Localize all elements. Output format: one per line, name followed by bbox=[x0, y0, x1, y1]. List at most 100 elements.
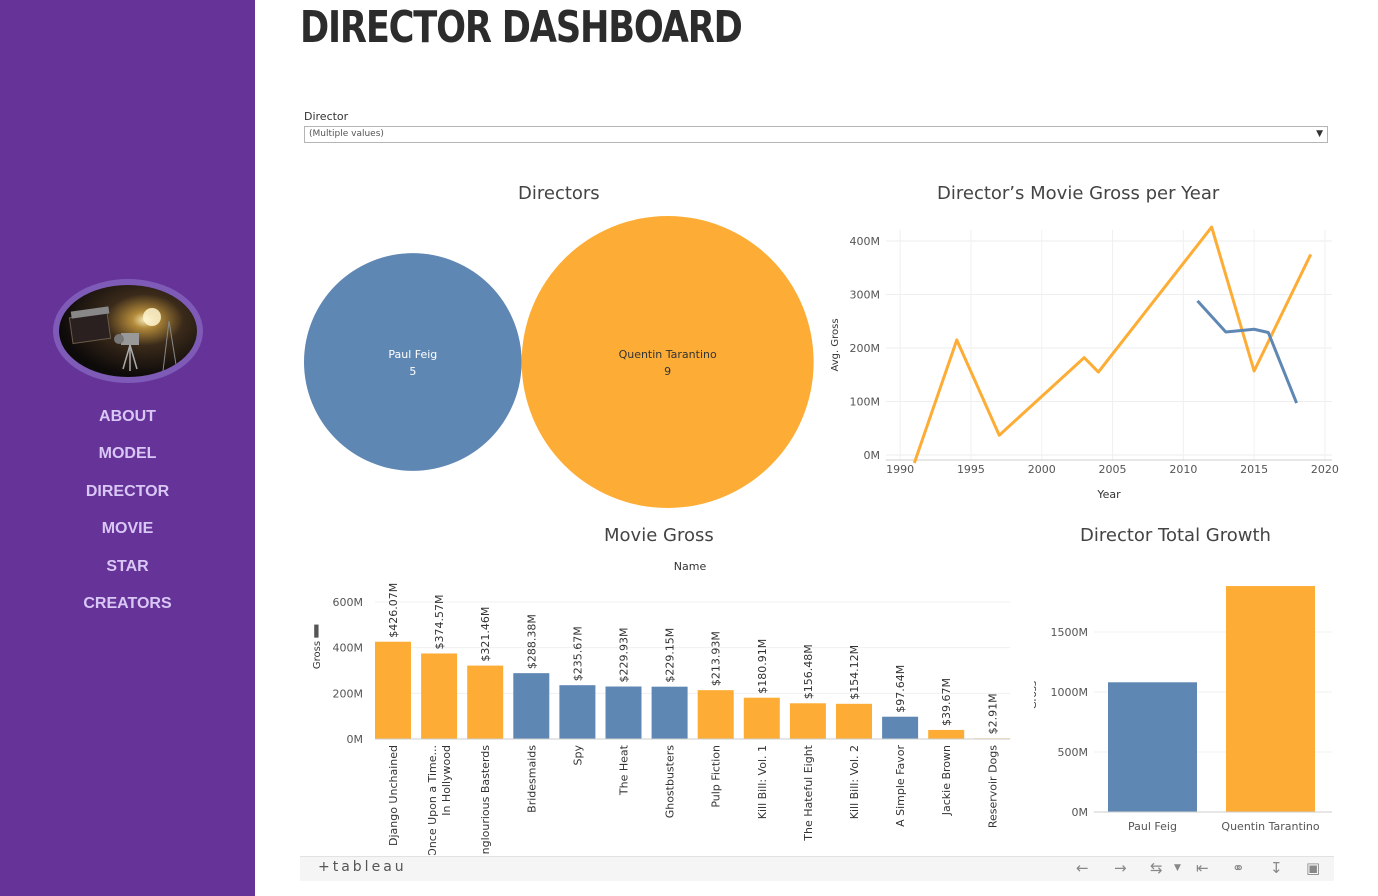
bar-label-8: $180.91M bbox=[756, 639, 769, 694]
fullscreen-icon[interactable]: ▣ bbox=[1306, 859, 1320, 877]
bar-category-9: The Hateful Eight bbox=[802, 744, 815, 841]
movie-camera-icon bbox=[68, 306, 178, 372]
revert-icon[interactable]: ⇆ bbox=[1150, 859, 1163, 877]
bar-ytick-1: 200M bbox=[333, 687, 364, 700]
line-xlabel: Year bbox=[1096, 488, 1121, 501]
director-total-chart-title: Director Total Growth bbox=[1080, 525, 1271, 546]
nav-about[interactable]: ABOUT bbox=[0, 408, 255, 426]
bar-label-9: $156.48M bbox=[802, 644, 815, 699]
bar-category-4: Spy bbox=[571, 745, 584, 766]
bar-1 bbox=[421, 653, 458, 739]
line-ytick-4: 400M bbox=[850, 235, 881, 248]
bubble-1 bbox=[521, 216, 814, 508]
bar-7 bbox=[697, 690, 734, 739]
bar-category-5: The Heat bbox=[618, 744, 631, 796]
total-bar-0 bbox=[1108, 682, 1197, 812]
gross-per-year-line-chart: 0M 100M 200M 300M 400M 1990 1995 2000 2005 2010 20… bbox=[830, 225, 1339, 501]
line-ytick-2: 200M bbox=[850, 342, 881, 355]
bar-4 bbox=[559, 685, 596, 739]
bar-12 bbox=[928, 729, 965, 739]
bar-label-5: $229.93M bbox=[618, 628, 631, 683]
nav-model[interactable]: MODEL bbox=[0, 445, 255, 463]
directors-bubble-chart: Paul Feig 5 Quentin Tarantino 9 bbox=[304, 216, 814, 508]
download-icon[interactable]: ↧ bbox=[1270, 859, 1283, 877]
total-ytick-3: 1500M bbox=[1051, 626, 1089, 639]
line-xtick-2: 2000 bbox=[1028, 463, 1056, 476]
bar-10 bbox=[836, 703, 872, 739]
tableau-toolbar: +tableau ← → ⇆ ▼ ⇤ ⚭ ↧ ▣ bbox=[300, 856, 1334, 881]
director-total-bar-chart: Director0M500M1000M1500MGrossPaul FeigQu… bbox=[1034, 586, 1332, 833]
bar-category-7: Pulp Fiction bbox=[710, 745, 723, 808]
bar-label-10: $154.12M bbox=[848, 645, 861, 700]
bar-category-6: Ghostbusters bbox=[664, 745, 677, 819]
bar-label-13: $2.91M bbox=[986, 693, 999, 734]
sidebar: ABOUT MODEL DIRECTOR MOVIE STAR CREATORS bbox=[0, 0, 255, 896]
line-xtick-0: 1990 bbox=[886, 463, 914, 476]
undo-icon[interactable]: ← bbox=[1076, 859, 1089, 877]
bar-11 bbox=[882, 716, 919, 739]
line-xtick-6: 2020 bbox=[1311, 463, 1339, 476]
sort-icon: ▐ bbox=[310, 624, 319, 638]
total-ytick-1: 500M bbox=[1058, 746, 1089, 759]
line-xtick-1: 1995 bbox=[957, 463, 985, 476]
nav-star[interactable]: STAR bbox=[0, 558, 255, 576]
reset-first-icon[interactable]: ⇤ bbox=[1196, 859, 1209, 877]
bar-category-2: nglourious Basterds bbox=[479, 745, 492, 855]
total-ytick-0: 0M bbox=[1072, 806, 1089, 819]
movie-gross-bar-chart: Name 0M 200M 400M 600M Gross ▐ $426.07M Django U… bbox=[310, 560, 1011, 855]
clapperboard-camera-image bbox=[59, 285, 197, 377]
total-category-0: Paul Feig bbox=[1128, 820, 1177, 833]
director-filter-value: (Multiple values) bbox=[309, 129, 384, 139]
line-xtick-3: 2005 bbox=[1099, 463, 1127, 476]
total-category-1: Quentin Tarantino bbox=[1221, 820, 1319, 833]
bar-category-8: Kill Bill: Vol. 1 bbox=[756, 745, 769, 819]
nav-movie[interactable]: MOVIE bbox=[0, 520, 255, 538]
nav-director[interactable]: DIRECTOR bbox=[0, 483, 255, 501]
bar-label-11: $97.64M bbox=[894, 665, 907, 713]
line-ytick-0: 0M bbox=[864, 449, 881, 462]
bar-category-0: Django Unchained bbox=[387, 745, 400, 846]
bubble-name-0: Paul Feig bbox=[388, 348, 437, 361]
bar-label-1: $374.57M bbox=[433, 594, 446, 649]
dropdown-arrow-icon: ▼ bbox=[1316, 129, 1323, 139]
bar-ytick-2: 400M bbox=[333, 642, 364, 655]
bar-category-12: Jackie Brown bbox=[940, 745, 953, 816]
director-filter-label: Director bbox=[304, 110, 349, 123]
bar-5 bbox=[605, 686, 642, 739]
bar-category-10: Kill Bill: Vol. 2 bbox=[848, 745, 861, 819]
bar-9 bbox=[789, 703, 826, 739]
bar-ytick-0: 0M bbox=[347, 733, 364, 746]
total-ylabel: Gross bbox=[1034, 681, 1039, 709]
bar-0 bbox=[375, 641, 411, 739]
share-icon[interactable]: ⚭ bbox=[1232, 859, 1245, 877]
bar-category-1-0: Once Upon a Time... bbox=[426, 745, 439, 855]
bar-label-7: $213.93M bbox=[710, 631, 723, 686]
total-ytick-2: 1000M bbox=[1051, 686, 1089, 699]
line-xtick-5: 2015 bbox=[1240, 463, 1268, 476]
chevron-down-icon[interactable]: ▼ bbox=[1174, 863, 1181, 873]
bar-label-0: $426.07M bbox=[387, 583, 400, 638]
line-ytick-3: 300M bbox=[850, 289, 881, 302]
tableau-logo[interactable]: +tableau bbox=[318, 859, 407, 875]
line-ylabel: Avg. Gross bbox=[830, 318, 841, 371]
bar-ytick-3: 600M bbox=[333, 596, 364, 609]
line-xtick-4: 2010 bbox=[1169, 463, 1197, 476]
bar-2 bbox=[467, 665, 504, 739]
bar-3 bbox=[513, 673, 550, 739]
bar-category-3: Bridesmaids bbox=[525, 745, 538, 813]
bar-category-1-1: In Hollywood bbox=[440, 745, 453, 816]
directors-chart-title: Directors bbox=[518, 183, 600, 204]
site-logo[interactable] bbox=[53, 279, 203, 383]
redo-icon[interactable]: → bbox=[1114, 859, 1127, 877]
bar-ylabel: Gross bbox=[312, 641, 323, 669]
dashboard-main: DIRECTOR DASHBOARD Director (Multiple va… bbox=[255, 0, 1378, 896]
total-bar-1 bbox=[1226, 586, 1315, 812]
bar-label-3: $288.38M bbox=[525, 614, 538, 669]
nav-creators[interactable]: CREATORS bbox=[0, 595, 255, 613]
bubble-count-1: 9 bbox=[664, 365, 671, 378]
bar-category-11: A Simple Favor bbox=[894, 745, 907, 827]
line-ytick-1: 100M bbox=[850, 396, 881, 409]
director-filter-dropdown[interactable]: (Multiple values) ▼ bbox=[304, 126, 1328, 143]
bubble-count-0: 5 bbox=[409, 365, 416, 378]
movie-gross-chart-title: Movie Gross bbox=[604, 525, 714, 546]
